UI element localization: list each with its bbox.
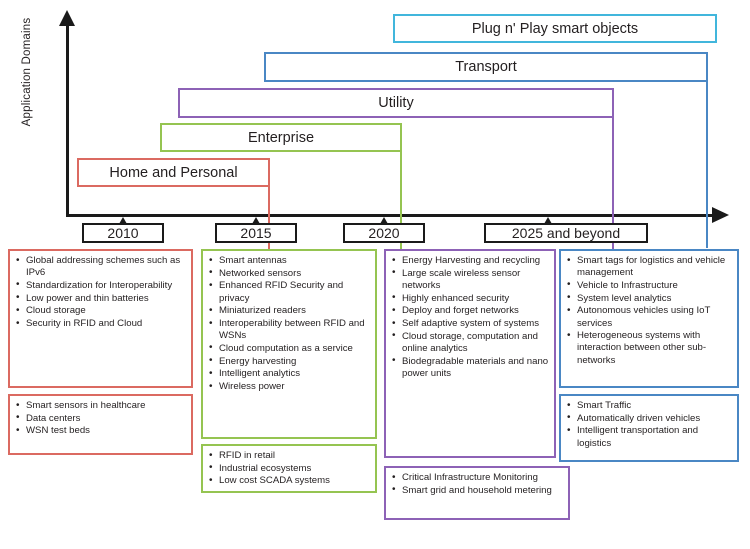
card-home-primary[interactable]: Global addressing schemes such as IPv6St… (8, 249, 193, 388)
card-home-secondary[interactable]: Smart sensors in healthcareData centersW… (8, 394, 193, 455)
bullet-item: Cloud storage (12, 305, 187, 317)
bullet-item: Deploy and forget networks (388, 305, 550, 317)
y-axis-label: Application Domains (21, 17, 33, 127)
bullet-list: Global addressing schemes such as IPv6St… (12, 254, 187, 330)
card-transport-secondary[interactable]: Smart TrafficAutomatically driven vehicl… (559, 394, 739, 462)
domain-bar-label: Transport (455, 59, 517, 75)
domain-bar-home-and-personal[interactable]: Home and Personal (77, 158, 270, 187)
bullet-item: Smart tags for logistics and vehicle man… (563, 254, 733, 279)
year-label-text: 2025 and beyond (511, 225, 621, 241)
bullet-item: Wireless power (205, 381, 371, 393)
year-label-text: 2015 (240, 225, 272, 241)
year-label-text: 2010 (107, 225, 139, 241)
bullet-list: Energy Harvesting and recyclingLarge sca… (388, 254, 550, 380)
connector-transport (706, 80, 708, 248)
year-label-text: 2020 (368, 225, 400, 241)
year-label-2015[interactable]: 2015 (215, 223, 297, 243)
bullet-item: Energy harvesting (205, 355, 371, 368)
bullet-item: System level analytics (563, 292, 733, 305)
bullet-list: Smart TrafficAutomatically driven vehicl… (563, 399, 733, 450)
year-label-2020[interactable]: 2020 (343, 223, 425, 243)
bullet-item: Standardization for Interoperability (12, 279, 187, 292)
card-enterprise-primary[interactable]: Smart antennasNetworked sensorsEnhanced … (201, 249, 377, 439)
domain-bar-utility[interactable]: Utility (178, 88, 614, 118)
card-enterprise-secondary[interactable]: RFID in retailIndustrial ecosystemsLow c… (201, 444, 377, 493)
bullet-item: Smart grid and household metering (388, 484, 564, 497)
bullet-item: Miniaturized readers (205, 305, 371, 317)
bullet-item: Intelligent analytics (205, 368, 371, 380)
domain-bar-plug-n-play[interactable]: Plug n' Play smart objects (393, 14, 717, 43)
x-axis-arrow-icon (712, 207, 729, 223)
bullet-item: Intelligent transportation and logistics (563, 425, 733, 449)
bullet-list: RFID in retailIndustrial ecosystemsLow c… (205, 449, 371, 488)
bullet-item: Automatically driven vehicles (563, 412, 733, 425)
domain-bar-label: Utility (378, 95, 414, 111)
bullet-item: Smart Traffic (563, 399, 733, 412)
bullet-item: Low power and thin batteries (12, 292, 187, 305)
bullet-item: Cloud storage, computation and online an… (388, 330, 550, 355)
bullet-item: Vehicle to Infrastructure (563, 279, 733, 292)
domain-bar-label: Home and Personal (109, 164, 238, 181)
domain-bar-transport[interactable]: Transport (264, 52, 708, 82)
domain-bar-label: Enterprise (247, 129, 315, 146)
bullet-item: Enhanced RFID Security and privacy (205, 280, 371, 304)
card-transport-primary[interactable]: Smart tags for logistics and vehicle man… (559, 249, 739, 388)
domain-bar-label: Plug n' Play smart objects (471, 20, 639, 37)
iot-roadmap-diagram: Application Domains Plug n' Play smart o… (0, 0, 750, 549)
year-label-2010[interactable]: 2010 (82, 223, 164, 243)
bullet-list: Critical Infrastructure MonitoringSmart … (388, 471, 564, 497)
bullet-item: Data centers (12, 412, 187, 425)
bullet-item: RFID in retail (205, 449, 371, 462)
bullet-item: Autonomous vehicles using IoT services (563, 305, 733, 329)
card-utility-secondary[interactable]: Critical Infrastructure MonitoringSmart … (384, 466, 570, 520)
bullet-item: Heterogeneous systems with interaction b… (563, 330, 733, 367)
bullet-item: Low cost SCADA systems (205, 475, 371, 487)
bullet-item: Industrial ecosystems (205, 462, 371, 475)
bullet-item: Highly enhanced security (388, 292, 550, 305)
bullet-item: Interoperability between RFID and WSNs (205, 318, 371, 342)
bullet-item: Large scale wireless sensor networks (388, 267, 550, 292)
bullet-list: Smart tags for logistics and vehicle man… (563, 254, 733, 367)
bullet-item: Networked sensors (205, 267, 371, 280)
bullet-item: Self adaptive system of systems (388, 318, 550, 330)
bullet-item: Critical Infrastructure Monitoring (388, 471, 564, 484)
bullet-list: Smart antennasNetworked sensorsEnhanced … (205, 254, 371, 393)
bullet-item: Security in RFID and Cloud (12, 318, 187, 330)
bullet-item: Smart antennas (205, 254, 371, 267)
card-utility-primary[interactable]: Energy Harvesting and recyclingLarge sca… (384, 249, 556, 458)
bullet-item: Smart sensors in healthcare (12, 399, 187, 412)
bullet-item: Biodegradable materials and nano power u… (388, 355, 550, 380)
bullet-list: Smart sensors in healthcareData centersW… (12, 399, 187, 438)
year-label-2025-and-beyond[interactable]: 2025 and beyond (484, 223, 648, 243)
domain-bar-enterprise[interactable]: Enterprise (160, 123, 402, 152)
y-axis-line (66, 24, 69, 216)
bullet-item: Cloud computation as a service (205, 342, 371, 355)
bullet-item: WSN test beds (12, 425, 187, 437)
x-axis-line (66, 214, 714, 217)
bullet-item: Energy Harvesting and recycling (388, 254, 550, 267)
bullet-item: Global addressing schemes such as IPv6 (12, 254, 187, 279)
